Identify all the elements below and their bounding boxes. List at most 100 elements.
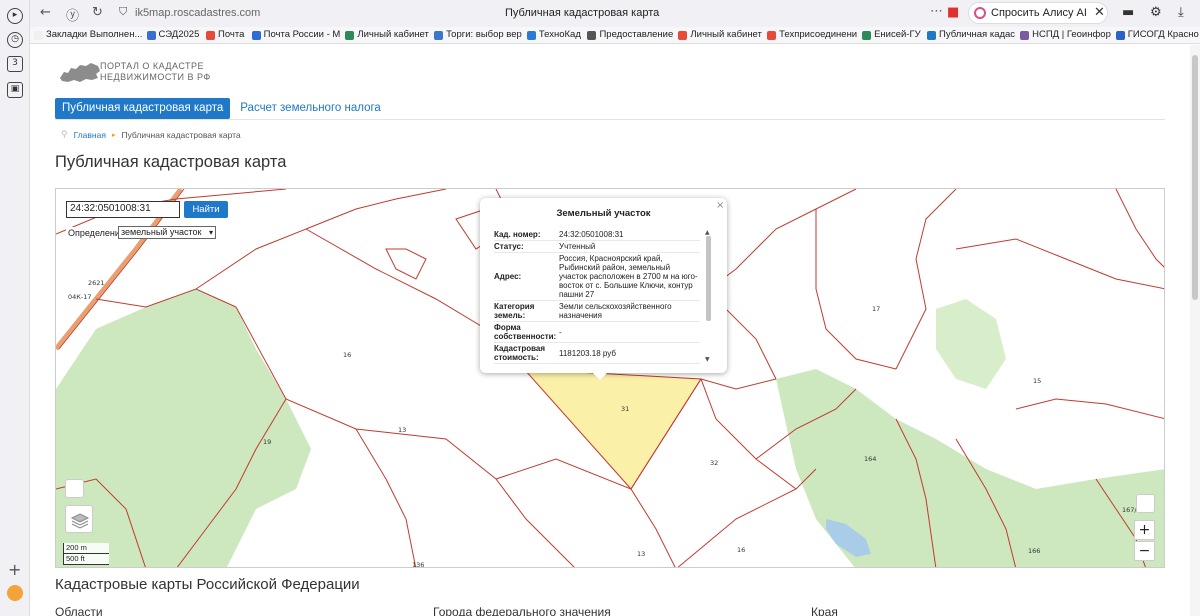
- bookmark-item[interactable]: ТехноКад: [523, 27, 584, 43]
- page-title: Публичная кадастровая карта: [55, 153, 287, 171]
- browser-toolbar: ← ⓨ ↻ ⛉ ik5map.roscadastres.com Публична…: [30, 0, 1200, 27]
- popup-row: Уточненная площадь:302098 кв.м: [494, 364, 700, 366]
- bookmark-icon[interactable]: ■: [947, 5, 959, 20]
- close-icon[interactable]: ×: [716, 200, 724, 211]
- krai-heading: Края: [811, 605, 838, 616]
- add-panel-icon[interactable]: +: [8, 560, 21, 579]
- popup-row-label: Уточненная площадь:: [494, 365, 559, 366]
- popup-row-label: Адрес:: [494, 272, 522, 281]
- scroll-down-icon[interactable]: ▼: [705, 356, 710, 363]
- history-icon[interactable]: ◷: [7, 32, 23, 48]
- bookmark-label: НСПД | Геоинфор: [1032, 29, 1111, 40]
- profile-icon[interactable]: [7, 585, 23, 601]
- popup-row-label: Статус:: [494, 242, 524, 251]
- minimize-icon[interactable]: ▬: [1122, 5, 1134, 20]
- tab-count-badge[interactable]: 3: [7, 56, 23, 72]
- breadcrumb-current: Публичная кадастровая карта: [121, 129, 241, 140]
- bookmark-icon: [146, 30, 156, 40]
- parcel-label: 164: [864, 455, 876, 463]
- bookmark-item[interactable]: Торги: выбор вер: [430, 27, 523, 43]
- bookmark-icon: [34, 30, 43, 40]
- ask-alice-label: Спросить Алису AI: [991, 7, 1087, 19]
- forest-area-north: [936, 299, 1006, 389]
- bookmark-item[interactable]: Почта: [202, 27, 248, 43]
- bookmark-item[interactable]: Енисей-ГУ: [858, 27, 923, 43]
- bookmark-icon: [345, 30, 355, 40]
- ask-alice-button[interactable]: Спросить Алису AI: [968, 2, 1108, 24]
- parcel-info-popup: Земельный участок × Кад. номер: 24:32:050…: [480, 198, 727, 380]
- bookmark-icon: [862, 30, 872, 40]
- parcel-label: 13: [637, 550, 645, 558]
- popup-row-label: Кад. номер:: [494, 230, 541, 239]
- site-tabs: Публичная кадастровая карта Расчет земел…: [55, 98, 391, 119]
- bookmark-item[interactable]: Личный кабинет: [674, 27, 763, 43]
- bookmark-label: Техприсоединени: [779, 29, 858, 40]
- cadastral-map[interactable]: 16 19 13 31 32 17 15 164 166 16 13 136 1…: [55, 188, 1165, 568]
- url-text[interactable]: ik5map.roscadastres.com: [135, 7, 260, 19]
- popup-title: Земельный участок: [556, 208, 651, 219]
- bookmark-icon: [251, 30, 261, 40]
- tab-land-tax-calculation[interactable]: Расчет земельного налога: [230, 98, 391, 119]
- address-bar[interactable]: ⛉ ik5map.roscadastres.com Публичная када…: [115, 3, 959, 24]
- bookmark-item[interactable]: ГИСОГД Красно: [1112, 27, 1200, 43]
- bookmark-item[interactable]: НСПД | Геоинфор: [1016, 27, 1112, 43]
- bookmark-item[interactable]: Предоставление: [583, 27, 674, 43]
- breadcrumb-home-link[interactable]: Главная: [74, 130, 106, 140]
- map-scale: 200 m 500 ft: [63, 543, 109, 565]
- reload-icon[interactable]: ↻: [92, 5, 103, 20]
- download-icon[interactable]: ⤓: [1178, 5, 1184, 20]
- camera-icon[interactable]: ▣: [7, 82, 23, 98]
- parcel-label: 31: [621, 405, 629, 413]
- bookmark-item[interactable]: Публичная кадас: [923, 27, 1016, 43]
- selected-parcel-31: [522, 368, 702, 490]
- layers-icon: [70, 513, 90, 529]
- popup-row-value: Учтенный: [559, 242, 596, 251]
- browser-sidebar: ▸ ◷ 3 ▣ +: [0, 0, 30, 616]
- bookmark-label: Енисей-ГУ: [874, 29, 921, 40]
- zoom-out-button[interactable]: −: [1134, 541, 1155, 561]
- road-label: 04К-17: [68, 293, 92, 301]
- location-pin-icon: ⚲: [61, 129, 68, 139]
- fullscreen-button[interactable]: [65, 479, 84, 498]
- parcel-label: 13: [398, 426, 406, 434]
- scroll-thumb[interactable]: [1192, 55, 1198, 300]
- popup-row-label: Форма собственности:: [494, 323, 557, 341]
- bookmark-item[interactable]: Личный кабинет: [341, 27, 430, 43]
- popup-row-value: 1181203.18 руб: [559, 348, 616, 358]
- back-icon[interactable]: ←: [40, 5, 51, 20]
- layers-button[interactable]: [65, 505, 93, 533]
- definition-select[interactable]: земельный участок: [118, 226, 216, 239]
- bookmarks-bar: Закладки Выполнен... СЭД2025 Почта Почта Ро…: [30, 27, 1200, 44]
- bookmark-icon: [587, 30, 597, 40]
- page-scrollbar[interactable]: [1190, 45, 1200, 616]
- popup-row: Кадастровая стоимость: 1181203.18 руб: [494, 343, 700, 364]
- forest-area-west: [56, 289, 311, 567]
- bookmark-label: Торги: выбор вер: [446, 29, 522, 40]
- bookmark-item[interactable]: Закладки Выполнен...: [30, 27, 143, 43]
- bookmark-item[interactable]: Техприсоединени: [763, 27, 858, 43]
- yandex-icon[interactable]: ⓨ: [66, 5, 79, 24]
- zoom-in-button[interactable]: +: [1134, 520, 1155, 540]
- breadcrumb: ⚲ Главная ▸ Публичная кадастровая карта: [61, 129, 241, 140]
- locate-button[interactable]: [1136, 494, 1155, 513]
- find-button[interactable]: Найти: [184, 201, 228, 218]
- play-icon[interactable]: ▸: [7, 8, 23, 24]
- scroll-up-icon[interactable]: ▲: [705, 229, 710, 236]
- bookmark-item[interactable]: СЭД2025: [143, 27, 202, 43]
- popup-row-value: 302098 кв.м: [559, 365, 700, 366]
- parcel-label: 17: [872, 305, 880, 313]
- bookmark-item[interactable]: Почта России - М: [248, 27, 342, 43]
- bookmark-label: СЭД2025: [158, 29, 200, 40]
- parcel-label: 32: [710, 459, 718, 467]
- tab-public-cadastral-map[interactable]: Публичная кадастровая карта: [55, 98, 231, 119]
- popup-row-value: 24:32:0501008:31: [559, 230, 624, 239]
- popup-scrollbar[interactable]: [706, 236, 711, 321]
- bookmark-icon: [767, 30, 777, 40]
- cadastral-number-search-input[interactable]: 24:32:0501008:31: [66, 201, 180, 218]
- extension-icon[interactable]: ✕: [1094, 5, 1105, 20]
- scale-meters: 200 m: [63, 543, 109, 554]
- site-logo-text[interactable]: ПОРТАЛ О КАДАСТРЕ НЕДВИЖИМОСТИ В РФ: [100, 61, 211, 83]
- extensions-icon[interactable]: ⚙: [1150, 5, 1162, 20]
- more-icon[interactable]: ⋯: [930, 4, 943, 19]
- parcel-label: 19: [263, 438, 271, 446]
